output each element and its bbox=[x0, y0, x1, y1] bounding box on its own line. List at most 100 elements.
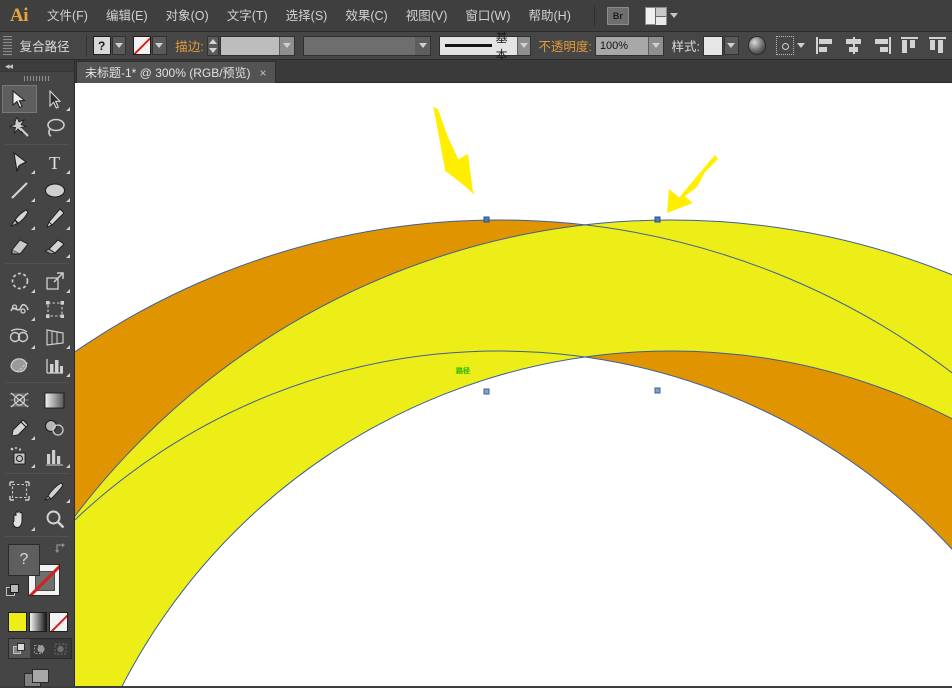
distribute-top-icon[interactable] bbox=[901, 37, 919, 54]
chevron-down-icon[interactable] bbox=[648, 37, 663, 55]
align-left-icon[interactable] bbox=[816, 37, 834, 54]
stroke-weight-stepper[interactable] bbox=[207, 36, 220, 56]
tool-graph[interactable] bbox=[37, 442, 72, 470]
menu-view[interactable]: 视图(V) bbox=[397, 0, 457, 32]
chevron-down-icon[interactable] bbox=[517, 37, 530, 55]
tool-shape-builder[interactable] bbox=[2, 323, 37, 351]
bridge-button[interactable]: Br bbox=[607, 7, 629, 25]
chevron-down-icon bbox=[155, 43, 163, 48]
tool-flyout-indicator bbox=[66, 254, 70, 258]
graphic-style-swatch[interactable] bbox=[703, 36, 723, 56]
menu-select[interactable]: 选择(S) bbox=[277, 0, 337, 32]
yellow-ring-shape[interactable] bbox=[75, 83, 952, 686]
workspace-layout-icon bbox=[645, 7, 667, 25]
close-icon[interactable]: × bbox=[260, 67, 267, 79]
chevron-down-icon bbox=[115, 43, 123, 48]
tool-slice[interactable] bbox=[37, 477, 72, 505]
anchor-point-inner-right[interactable] bbox=[655, 388, 660, 393]
color-mode-fill-color[interactable] bbox=[8, 612, 27, 632]
toolbox-divider bbox=[5, 536, 69, 537]
options-bar-grip[interactable] bbox=[3, 36, 12, 56]
tool-eyedropper[interactable] bbox=[2, 414, 37, 442]
graphic-style-dropdown[interactable] bbox=[724, 36, 738, 55]
menu-file[interactable]: 文件(F) bbox=[38, 0, 97, 32]
anchor-point-top-left[interactable] bbox=[484, 217, 489, 222]
artwork-vector bbox=[75, 83, 952, 686]
tool-pencil[interactable] bbox=[37, 204, 72, 232]
tool-blob-brush[interactable] bbox=[2, 232, 37, 260]
stroke-swatch-dropdown[interactable] bbox=[152, 36, 166, 55]
document-tab[interactable]: 未标题-1* @ 300% (RGB/预览) × bbox=[76, 61, 276, 83]
menu-edit[interactable]: 编辑(E) bbox=[97, 0, 157, 32]
menu-object[interactable]: 对象(O) bbox=[157, 0, 218, 32]
tool-line-segment[interactable] bbox=[2, 176, 37, 204]
distribute-middle-icon[interactable] bbox=[929, 37, 947, 54]
tool-scale[interactable] bbox=[37, 267, 72, 295]
tool-hand[interactable] bbox=[2, 505, 37, 533]
toolbox-divider bbox=[5, 382, 69, 383]
tool-flyout-indicator bbox=[31, 226, 35, 230]
brush-definition-combo[interactable]: 基本 bbox=[439, 36, 531, 56]
recolor-artwork-icon[interactable] bbox=[748, 36, 766, 55]
color-mode-none[interactable] bbox=[49, 612, 68, 632]
color-mode-gradient[interactable] bbox=[29, 612, 48, 632]
fill-color-indicator[interactable]: ? bbox=[8, 544, 40, 576]
fill-color-swatch[interactable]: ? bbox=[93, 36, 111, 55]
stroke-profile-combo[interactable] bbox=[303, 36, 431, 56]
tool-eraser[interactable] bbox=[37, 232, 72, 260]
tool-lasso[interactable] bbox=[37, 113, 72, 141]
tool-ellipse[interactable] bbox=[37, 176, 72, 204]
artboard-canvas[interactable]: 路径 bbox=[75, 83, 952, 686]
tool-width[interactable] bbox=[2, 295, 37, 323]
draw-behind-mode[interactable] bbox=[30, 639, 51, 658]
tool-artboard[interactable] bbox=[2, 477, 37, 505]
tool-gradient[interactable] bbox=[37, 386, 72, 414]
tool-paintbrush[interactable] bbox=[2, 204, 37, 232]
tool-measure[interactable] bbox=[37, 414, 72, 442]
fill-swatch-dropdown[interactable] bbox=[112, 36, 126, 55]
tool-pen[interactable] bbox=[2, 148, 37, 176]
chevron-down-icon[interactable] bbox=[415, 37, 430, 55]
toolbox-grip[interactable] bbox=[0, 72, 74, 85]
default-fill-stroke-icon[interactable] bbox=[6, 584, 20, 597]
swap-fill-stroke-icon[interactable] bbox=[54, 542, 67, 555]
draw-normal-mode[interactable] bbox=[9, 639, 30, 658]
draw-inside-mode[interactable] bbox=[50, 639, 71, 658]
menu-effect[interactable]: 效果(C) bbox=[336, 0, 396, 32]
stroke-weight-combo[interactable] bbox=[220, 36, 295, 56]
menu-type[interactable]: 文字(T) bbox=[218, 0, 277, 32]
chevron-down-icon[interactable] bbox=[279, 37, 294, 55]
tool-flyout-indicator bbox=[66, 226, 70, 230]
app-logo: Ai bbox=[0, 0, 38, 32]
align-right-icon[interactable] bbox=[872, 37, 890, 54]
tool-zoom[interactable] bbox=[37, 505, 72, 533]
align-center-icon[interactable] bbox=[844, 37, 862, 54]
menu-help[interactable]: 帮助(H) bbox=[520, 0, 580, 32]
opacity-combo[interactable]: 100% bbox=[595, 36, 664, 56]
toolbox-tools-group-5 bbox=[2, 477, 72, 533]
tool-magic-wand[interactable] bbox=[2, 113, 37, 141]
menu-bar: Ai 文件(F) 编辑(E) 对象(O) 文字(T) 选择(S) 效果(C) 视… bbox=[0, 0, 952, 32]
stroke-color-swatch[interactable] bbox=[133, 36, 151, 55]
anchor-point-inner-left[interactable] bbox=[484, 389, 489, 394]
tool-column-graph[interactable] bbox=[37, 351, 72, 379]
tool-type[interactable]: T bbox=[37, 148, 72, 176]
screen-mode-button[interactable] bbox=[0, 669, 74, 688]
collapse-panel-icon[interactable]: ◂◂ bbox=[5, 61, 12, 71]
tool-direct-selection[interactable] bbox=[37, 85, 72, 113]
menu-window[interactable]: 窗口(W) bbox=[456, 0, 519, 32]
transform-icon[interactable] bbox=[776, 36, 794, 55]
tool-rotate[interactable] bbox=[2, 267, 37, 295]
tool-free-transform[interactable] bbox=[37, 295, 72, 323]
toolbox-header: ◂◂ bbox=[0, 60, 74, 72]
tool-perspective-grid[interactable] bbox=[37, 323, 72, 351]
screen-mode-icon bbox=[24, 669, 50, 688]
tool-mesh[interactable] bbox=[2, 351, 37, 379]
workspace-switcher-button[interactable] bbox=[645, 7, 678, 25]
tool-blend[interactable] bbox=[2, 386, 37, 414]
tool-symbol-sprayer[interactable] bbox=[2, 442, 37, 470]
tool-selection[interactable] bbox=[2, 85, 37, 113]
stroke-weight-label: 描边: bbox=[175, 36, 206, 55]
chevron-down-icon[interactable] bbox=[797, 43, 805, 48]
anchor-point-top-right[interactable] bbox=[655, 217, 660, 222]
